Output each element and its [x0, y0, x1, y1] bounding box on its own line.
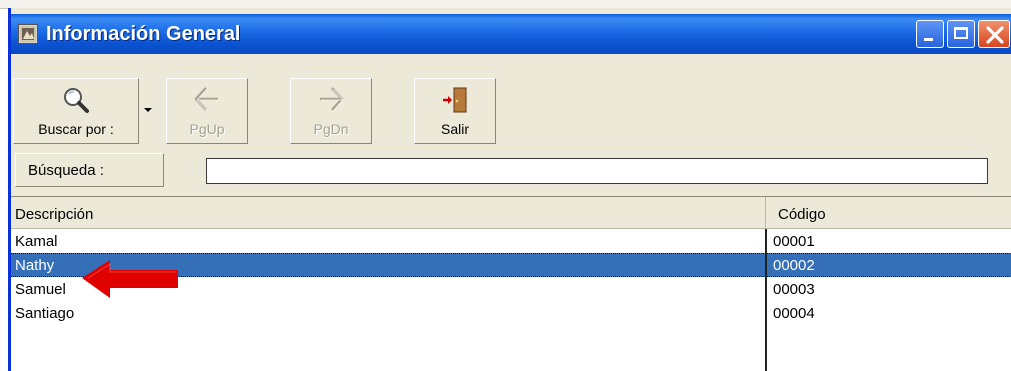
buscar-por-dropdown[interactable]	[139, 78, 155, 144]
main-window: Información General Buscar por : PgUp Pg…	[8, 8, 1011, 371]
salir-label: Salir	[440, 121, 469, 137]
cell-codigo: 00003	[773, 281, 815, 298]
red-pointer-arrow-icon	[82, 260, 178, 298]
close-button[interactable]	[978, 20, 1010, 48]
cell-codigo: 00002	[773, 257, 815, 274]
pgdn-label: PgDn	[313, 121, 349, 137]
minimize-button[interactable]	[916, 20, 944, 48]
app-icon	[18, 24, 38, 44]
magnifier-icon	[64, 88, 89, 113]
table-row[interactable]: Santiago 00004	[11, 301, 1011, 325]
column-header-codigo[interactable]: Código	[766, 197, 1011, 229]
column-header-descripcion[interactable]: Descripción	[11, 197, 766, 229]
exit-door-icon	[443, 87, 467, 113]
arrow-left-icon	[194, 87, 219, 112]
buscar-por-label: Buscar por :	[38, 121, 114, 137]
cell-descripcion: Santiago	[15, 305, 75, 322]
busqueda-label: Búsqueda :	[15, 153, 164, 187]
chevron-down-icon	[144, 108, 152, 112]
maximize-button[interactable]	[947, 20, 975, 48]
minimize-icon	[924, 38, 933, 41]
arrow-right-icon	[320, 87, 344, 112]
search-input[interactable]	[206, 158, 988, 184]
maximize-icon	[954, 27, 968, 39]
buscar-por-button[interactable]: Buscar por :	[13, 78, 139, 144]
salir-button[interactable]: Salir	[414, 78, 496, 144]
pgdn-button[interactable]: PgDn	[290, 78, 372, 144]
toolbar: Buscar por : PgUp PgDn Salir	[11, 78, 1011, 148]
pgup-label: PgUp	[189, 121, 225, 137]
pgup-button[interactable]: PgUp	[166, 78, 248, 144]
cell-descripcion: Kamal	[15, 233, 58, 250]
table-row[interactable]: Kamal 00001	[11, 229, 1011, 253]
search-bar: Búsqueda :	[11, 149, 1011, 193]
title-bar[interactable]: Información General	[11, 14, 1011, 54]
cell-descripcion: Nathy	[15, 257, 55, 274]
cell-codigo: 00001	[773, 233, 815, 250]
cell-descripcion: Samuel	[15, 281, 66, 298]
column-divider	[765, 229, 767, 371]
close-icon	[986, 26, 1004, 44]
cell-codigo: 00004	[773, 305, 815, 322]
window-title: Información General	[46, 23, 241, 45]
